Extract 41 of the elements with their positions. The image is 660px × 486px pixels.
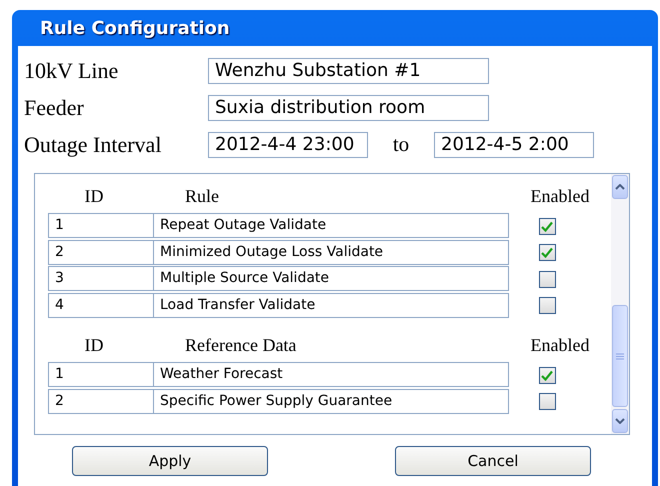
table-cell-text: Specific Power Supply Guarantee [159, 392, 394, 411]
checkbox[interactable] [538, 218, 556, 235]
grip-icon [616, 352, 624, 360]
checkbox[interactable] [538, 366, 556, 384]
table-cell: 3 [49, 267, 154, 290]
table-cell-text: Weather Forecast [159, 365, 284, 384]
checkbox[interactable] [538, 270, 556, 288]
input-field[interactable]: 2012-4-4 23:00 [208, 132, 368, 158]
table-cell-text: Repeat Outage Validate [159, 216, 328, 236]
table-cell: 1 [49, 214, 154, 238]
window-title: Rule Configuration [40, 18, 230, 38]
column-header: ID [84, 186, 104, 206]
dialog-button[interactable]: Cancel [395, 446, 591, 476]
column-header: Enabled [530, 335, 590, 355]
caret-up-icon [615, 184, 625, 190]
column-header: Reference Data [185, 335, 296, 355]
caret-down-icon [615, 418, 625, 424]
scroll-up-button[interactable] [612, 175, 628, 199]
column-header: Rule [185, 186, 219, 206]
dialog-button[interactable]: Apply [72, 446, 268, 476]
input-field[interactable]: Wenzhu Substation #1 [208, 58, 489, 84]
column-header: ID [84, 335, 104, 355]
separator-label: to [392, 132, 410, 157]
input-field[interactable]: Suxia distribution room [208, 94, 489, 120]
column-header: Enabled [530, 186, 590, 206]
table-cell-text: Multiple Source Validate [159, 269, 330, 288]
checkbox[interactable] [538, 244, 556, 262]
checkbox[interactable] [538, 297, 556, 314]
checkbox[interactable] [538, 393, 556, 410]
table-cell: 2 [49, 390, 154, 413]
scroll-down-button[interactable] [612, 409, 628, 433]
table-cell: 4 [49, 294, 154, 317]
field-label: 10kV Line [24, 58, 120, 84]
table-cell: 1 [49, 363, 154, 386]
table-cell-text: Minimized Outage Loss Validate [159, 242, 384, 262]
scrollbar-thumb[interactable] [612, 305, 628, 407]
field-label: Outage Interval [24, 132, 162, 158]
input-field[interactable]: 2012-4-5 2:00 [434, 132, 594, 158]
table-cell-text: Load Transfer Validate [159, 296, 316, 315]
field-label: Feeder [24, 94, 85, 120]
table-cell: 2 [49, 240, 154, 264]
